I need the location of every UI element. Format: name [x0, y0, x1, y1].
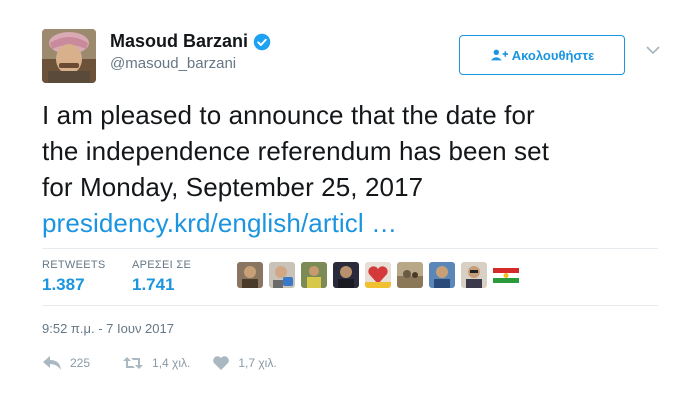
liker-avatar[interactable]: [429, 262, 455, 288]
tweet-actions: 225 1,4 χιλ. 1,7 χιλ.: [42, 355, 277, 371]
tweet-text-line: for Monday, September 25, 2017: [42, 172, 424, 202]
tweet-text-line: the independence referendum has been set: [42, 136, 550, 166]
retweet-button[interactable]: 1,4 χιλ.: [122, 355, 190, 371]
display-name[interactable]: Masoud Barzani: [110, 31, 248, 52]
liker-avatar[interactable]: [237, 262, 263, 288]
follow-button[interactable]: Ακολουθήστε: [459, 35, 625, 75]
tweet-text: I am pleased to announce that the date f…: [42, 97, 682, 241]
reply-icon: [43, 356, 61, 370]
verified-badge-icon: [253, 33, 271, 50]
retweets-stat[interactable]: RETWEETS 1.387: [42, 259, 106, 295]
likes-label: ΑΡΕΣΕΙ ΣΕ: [132, 259, 192, 271]
liker-avatar[interactable]: [301, 262, 327, 288]
tweet-card: Masoud Barzani @masoud_barzani Ακολουθήσ…: [0, 0, 700, 407]
user-handle[interactable]: @masoud_barzani: [110, 55, 236, 72]
liker-avatar[interactable]: [333, 262, 359, 288]
heart-icon: [213, 356, 230, 370]
like-button[interactable]: 1,7 χιλ.: [212, 355, 277, 371]
divider: [42, 305, 658, 306]
likers-avatars: [237, 262, 525, 288]
liker-avatar[interactable]: [365, 262, 391, 288]
tweet-text-line: I am pleased to announce that the date f…: [42, 100, 535, 130]
liker-avatar[interactable]: [269, 262, 295, 288]
retweets-count: 1.387: [42, 275, 85, 294]
reply-button[interactable]: 225: [42, 355, 90, 371]
user-name-row[interactable]: Masoud Barzani: [110, 31, 271, 52]
retweet-icon: [123, 357, 144, 369]
tweet-timestamp[interactable]: 9:52 π.μ. - 7 Ιουν 2017: [42, 321, 174, 336]
avatar[interactable]: [42, 29, 96, 83]
likes-count: 1.741: [132, 275, 175, 294]
chevron-down-icon[interactable]: [645, 44, 661, 56]
divider: [42, 248, 658, 249]
avatar-image: [42, 29, 96, 83]
liker-avatar[interactable]: [493, 262, 519, 288]
add-user-icon: [490, 49, 508, 61]
retweet-count: 1,4 χιλ.: [152, 356, 191, 370]
reply-count: 225: [70, 356, 91, 370]
likes-stat[interactable]: ΑΡΕΣΕΙ ΣΕ 1.741: [132, 259, 191, 295]
liker-avatar[interactable]: [461, 262, 487, 288]
retweets-label: RETWEETS: [42, 259, 106, 271]
follow-button-label: Ακολουθήστε: [511, 47, 595, 63]
like-count: 1,7 χιλ.: [238, 356, 277, 370]
tweet-link[interactable]: presidency.krd/english/articl …: [42, 205, 682, 241]
liker-avatar[interactable]: [397, 262, 423, 288]
